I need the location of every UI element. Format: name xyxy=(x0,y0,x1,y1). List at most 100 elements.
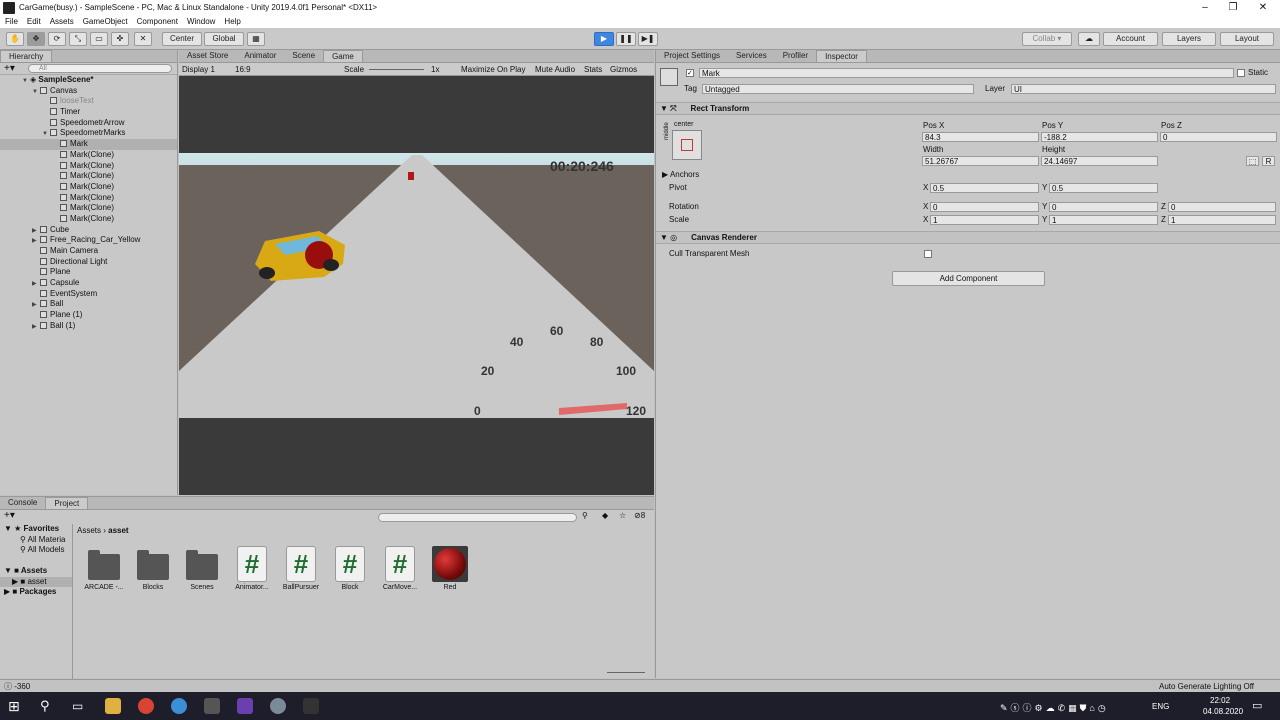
hierarchy-item[interactable]: Mark(Clone) xyxy=(0,150,177,161)
search-icon[interactable]: ⚲ xyxy=(40,698,56,714)
account-dropdown[interactable]: Account xyxy=(1103,32,1158,46)
task-view-icon[interactable]: ▭ xyxy=(72,698,88,714)
asset-script[interactable]: # CarMove... xyxy=(376,546,424,591)
crumb-asset[interactable]: asset xyxy=(108,526,128,535)
rotate-tool-icon[interactable]: ⟳ xyxy=(48,32,66,46)
menu-edit[interactable]: Edit xyxy=(27,17,41,26)
hierarchy-item[interactable]: ▶ Cube xyxy=(0,225,177,236)
layer-dropdown[interactable]: UI xyxy=(1011,84,1276,94)
name-field[interactable]: Mark xyxy=(699,68,1234,78)
scale-x-field[interactable]: 1 xyxy=(930,215,1039,225)
file-explorer-icon[interactable] xyxy=(105,698,121,714)
height-field[interactable]: 24.14697 xyxy=(1041,156,1158,166)
tab-scene[interactable]: Scene xyxy=(284,50,323,62)
move-tool-icon[interactable]: ✥ xyxy=(27,32,45,46)
language-indicator[interactable]: ENG xyxy=(1152,702,1169,711)
close-button[interactable]: ✕ xyxy=(1248,0,1278,15)
hierarchy-item[interactable]: Mark(Clone) xyxy=(0,182,177,193)
layers-dropdown[interactable]: Layers xyxy=(1162,32,1216,46)
hierarchy-item[interactable]: Plane (1) xyxy=(0,310,177,321)
favorites-root[interactable]: ▼ ★ Favorites xyxy=(0,524,72,535)
asset-material[interactable]: Red xyxy=(426,546,474,591)
cull-checkbox[interactable] xyxy=(924,250,932,258)
hierarchy-item[interactable]: ▶ Ball xyxy=(0,299,177,310)
play-button[interactable]: ▶ xyxy=(594,32,614,46)
hierarchy-item[interactable]: Mark(Clone) xyxy=(0,203,177,214)
scene-root[interactable]: ▼ ◈ SampleScene* xyxy=(0,75,177,86)
grid-snap-icon[interactable]: ▦ xyxy=(247,32,265,46)
hierarchy-item[interactable]: Mark(Clone) xyxy=(0,214,177,225)
rotation-z-field[interactable]: 0 xyxy=(1168,202,1276,212)
menu-assets[interactable]: Assets xyxy=(50,17,74,26)
rect-tool-icon[interactable]: ▭ xyxy=(90,32,108,46)
asset-folder[interactable]: Scenes xyxy=(178,546,226,591)
hierarchy-item[interactable]: SpeedometrArrow xyxy=(0,118,177,129)
rotation-y-field[interactable]: 0 xyxy=(1049,202,1158,212)
windows-start-icon[interactable]: ⊞ xyxy=(8,698,24,714)
hierarchy-item[interactable]: Mark xyxy=(0,139,177,150)
asset-folder[interactable]: ARCADE -... xyxy=(80,546,128,591)
layout-dropdown[interactable]: Layout xyxy=(1220,32,1274,46)
tab-services[interactable]: Services xyxy=(728,50,775,62)
cloud-icon[interactable]: ☁ xyxy=(1078,32,1100,46)
unity-taskbar-icon[interactable] xyxy=(204,698,220,714)
asset-script[interactable]: # BallPursuer xyxy=(277,546,325,591)
unity-hub-icon[interactable] xyxy=(303,698,319,714)
fav-all-models[interactable]: ⚲ All Models xyxy=(0,545,72,556)
rotation-x-field[interactable]: 0 xyxy=(930,202,1039,212)
tab-game[interactable]: Game xyxy=(323,50,363,62)
telegram-icon[interactable] xyxy=(171,698,187,714)
tab-console[interactable]: Console xyxy=(0,497,45,509)
tab-animator[interactable]: Animator xyxy=(236,50,284,62)
hierarchy-item[interactable]: ▼ SpeedometrMarks xyxy=(0,128,177,139)
display-dropdown[interactable]: Display 1 xyxy=(182,63,215,76)
foldout-arrow-icon[interactable]: ▶ xyxy=(32,322,40,333)
raw-edit-button[interactable]: R xyxy=(1262,156,1275,166)
width-field[interactable]: 51.26767 xyxy=(922,156,1039,166)
rect-transform-header[interactable]: ▼ ⤧ Rect Transform xyxy=(656,102,1280,115)
packages-root[interactable]: ▶ ■ Packages xyxy=(0,587,72,598)
pivot-y-field[interactable]: 0.5 xyxy=(1049,183,1158,193)
project-search-input[interactable] xyxy=(378,513,577,522)
scale-y-field[interactable]: 1 xyxy=(1049,215,1158,225)
hierarchy-item[interactable]: Mark(Clone) xyxy=(0,161,177,172)
hierarchy-item[interactable]: EventSystem xyxy=(0,289,177,300)
hierarchy-item[interactable]: Mark(Clone) xyxy=(0,193,177,204)
menu-window[interactable]: Window xyxy=(187,17,215,26)
pivot-x-field[interactable]: 0.5 xyxy=(930,183,1039,193)
step-button[interactable]: ▶❚ xyxy=(638,32,658,46)
canvas-renderer-header[interactable]: ▼ ◎ Canvas Renderer xyxy=(656,231,1280,244)
search-by-label-icon[interactable]: ◆ xyxy=(602,511,608,520)
crumb-assets[interactable]: Assets xyxy=(77,526,101,535)
asset-script[interactable]: # Animator... xyxy=(228,546,276,591)
menu-gameobject[interactable]: GameObject xyxy=(83,17,128,26)
tab-hierarchy[interactable]: Hierarchy xyxy=(0,50,53,62)
clock-time[interactable]: 22:02 xyxy=(1210,696,1230,705)
pos-z-field[interactable]: 0 xyxy=(1160,132,1277,142)
maximize-on-play-toggle[interactable]: Maximize On Play xyxy=(461,63,525,76)
hierarchy-item[interactable]: Mark(Clone) xyxy=(0,171,177,182)
aspect-dropdown[interactable]: 16:9 xyxy=(235,63,251,76)
menu-file[interactable]: File xyxy=(5,17,18,26)
global-local-button[interactable]: Global xyxy=(204,32,244,46)
custom-tool-icon[interactable]: ✕ xyxy=(134,32,152,46)
hierarchy-item[interactable]: Plane xyxy=(0,267,177,278)
game-view[interactable]: 00:20:246 0 20 40 60 80 100 120 xyxy=(179,153,654,418)
hierarchy-search-input[interactable]: All xyxy=(28,64,172,73)
tab-profiler[interactable]: Profiler xyxy=(775,50,816,62)
blueprint-mode-icon[interactable]: ⬚ xyxy=(1246,156,1259,166)
pos-y-field[interactable]: -188.2 xyxy=(1041,132,1158,142)
transform-tool-icon[interactable]: ✜ xyxy=(111,32,129,46)
hierarchy-item[interactable]: Directional Light xyxy=(0,257,177,268)
chrome-icon[interactable] xyxy=(138,698,154,714)
create-plus-icon[interactable]: +▾ xyxy=(4,63,15,74)
anchors-foldout[interactable]: ▶ Anchors xyxy=(662,170,699,180)
stats-toggle[interactable]: Stats xyxy=(584,63,602,76)
asset-script[interactable]: # Block xyxy=(326,546,374,591)
tab-project[interactable]: Project xyxy=(45,497,89,509)
active-checkbox[interactable]: ✓ xyxy=(686,69,694,77)
pause-button[interactable]: ❚❚ xyxy=(616,32,636,46)
mute-audio-toggle[interactable]: Mute Audio xyxy=(535,63,575,76)
asset-folder[interactable]: Blocks xyxy=(129,546,177,591)
hierarchy-item[interactable]: ▶ Ball (1) xyxy=(0,321,177,332)
